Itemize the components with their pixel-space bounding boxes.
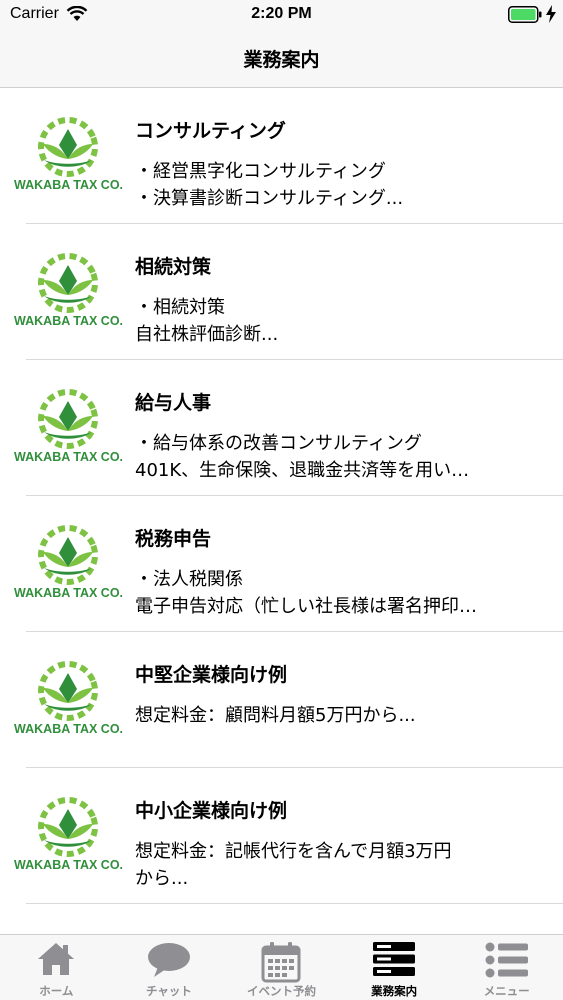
chat-bubble-icon <box>147 943 190 977</box>
home-icon <box>38 943 75 975</box>
service-description: 想定料金：記帳代行を含んで月額3万円 から... <box>135 841 452 889</box>
tab-home[interactable]: ホーム <box>0 935 113 1000</box>
list-item-midsize-example[interactable]: WAKABA TAX CO. 中堅企業様向け例 想定料金：顧問料月額5万円から.… <box>0 632 563 768</box>
leaf-logo-icon <box>38 253 98 313</box>
tab-label: 業務案内 <box>371 984 418 998</box>
tab-chat[interactable]: チャット <box>113 935 226 1000</box>
row-divider <box>26 903 563 904</box>
service-title: コンサルティング <box>135 120 286 142</box>
tab-services[interactable]: 業務案内 <box>338 935 451 1000</box>
logo-text: WAKABA TAX CO. <box>14 450 124 464</box>
service-title: 給与人事 <box>135 392 212 414</box>
logo-text: WAKABA TAX CO. <box>14 586 124 600</box>
tab-label: イベント予約 <box>246 984 316 998</box>
service-description: ・経営黒字化コンサルティング ・決算書診断コンサルティング... <box>135 161 404 209</box>
list-item-consulting[interactable]: WAKABA TAX CO. コンサルティング ・経営黒字化コンサルティング ・… <box>0 88 563 224</box>
navigation-bar: 業務案内 <box>0 30 563 88</box>
menu-list-icon <box>485 942 528 978</box>
list-item-small-business-example[interactable]: WAKABA TAX CO. 中小企業様向け例 想定料金：記帳代行を含んで月額3… <box>0 768 563 904</box>
logo-text: WAKABA TAX CO. <box>14 178 124 192</box>
tab-label: ホーム <box>39 984 74 998</box>
list-item-inheritance[interactable]: WAKABA TAX CO. 相続対策 ・相続対策 自社株評価診断... <box>0 224 563 360</box>
service-description: ・相続対策 自社株評価診断... <box>135 297 279 345</box>
battery-icon <box>508 6 542 23</box>
calendar-icon <box>261 942 301 983</box>
logo-text: WAKABA TAX CO. <box>14 858 124 872</box>
leaf-logo-icon <box>38 525 98 585</box>
charging-bolt-icon <box>546 5 556 23</box>
wakaba-logo: WAKABA TAX CO. <box>14 660 124 736</box>
wakaba-logo: WAKABA TAX CO. <box>14 524 124 600</box>
logo-text: WAKABA TAX CO. <box>14 722 124 736</box>
service-title: 中堅企業様向け例 <box>135 664 288 686</box>
service-list: WAKABA TAX CO. コンサルティング ・経営黒字化コンサルティング ・… <box>0 88 563 934</box>
service-description: 想定料金：顧問料月額5万円から... <box>135 705 416 726</box>
page-title: 業務案内 <box>243 49 320 71</box>
tab-label: チャット <box>145 984 192 998</box>
tab-bar: ホーム チャット イベント予約 業務案内 メニュー <box>0 934 563 1000</box>
tab-event-booking[interactable]: イベント予約 <box>225 935 338 1000</box>
leaf-logo-icon <box>38 117 98 177</box>
service-description: ・法人税関係 電子申告対応（忙しい社長様は署名押印… <box>135 569 477 617</box>
leaf-logo-icon <box>38 389 98 449</box>
service-title: 税務申告 <box>135 528 212 550</box>
service-description: ・給与体系の改善コンサルティング 401K、生命保険、退職金共済等を用い… <box>135 433 470 481</box>
tab-label: メニュー <box>483 984 530 998</box>
wakaba-logo: WAKABA TAX CO. <box>14 796 124 872</box>
logo-text: WAKABA TAX CO. <box>14 314 124 328</box>
leaf-logo-icon <box>38 661 98 721</box>
service-title: 中小企業様向け例 <box>135 800 288 822</box>
wakaba-logo: WAKABA TAX CO. <box>14 116 124 192</box>
service-title: 相続対策 <box>135 256 212 278</box>
server-list-icon <box>373 942 416 976</box>
clock-label: 2:20 PM <box>251 5 312 22</box>
wakaba-logo: WAKABA TAX CO. <box>14 252 124 328</box>
leaf-logo-icon <box>38 797 98 857</box>
tab-menu[interactable]: メニュー <box>450 935 563 1000</box>
list-item-payroll[interactable]: WAKABA TAX CO. 給与人事 ・給与体系の改善コンサルティング 401… <box>0 360 563 496</box>
list-item-tax-filing[interactable]: WAKABA TAX CO. 税務申告 ・法人税関係 電子申告対応（忙しい社長様… <box>0 496 563 632</box>
status-bar: Carrier 2:20 PM <box>0 0 563 30</box>
wakaba-logo: WAKABA TAX CO. <box>14 388 124 464</box>
